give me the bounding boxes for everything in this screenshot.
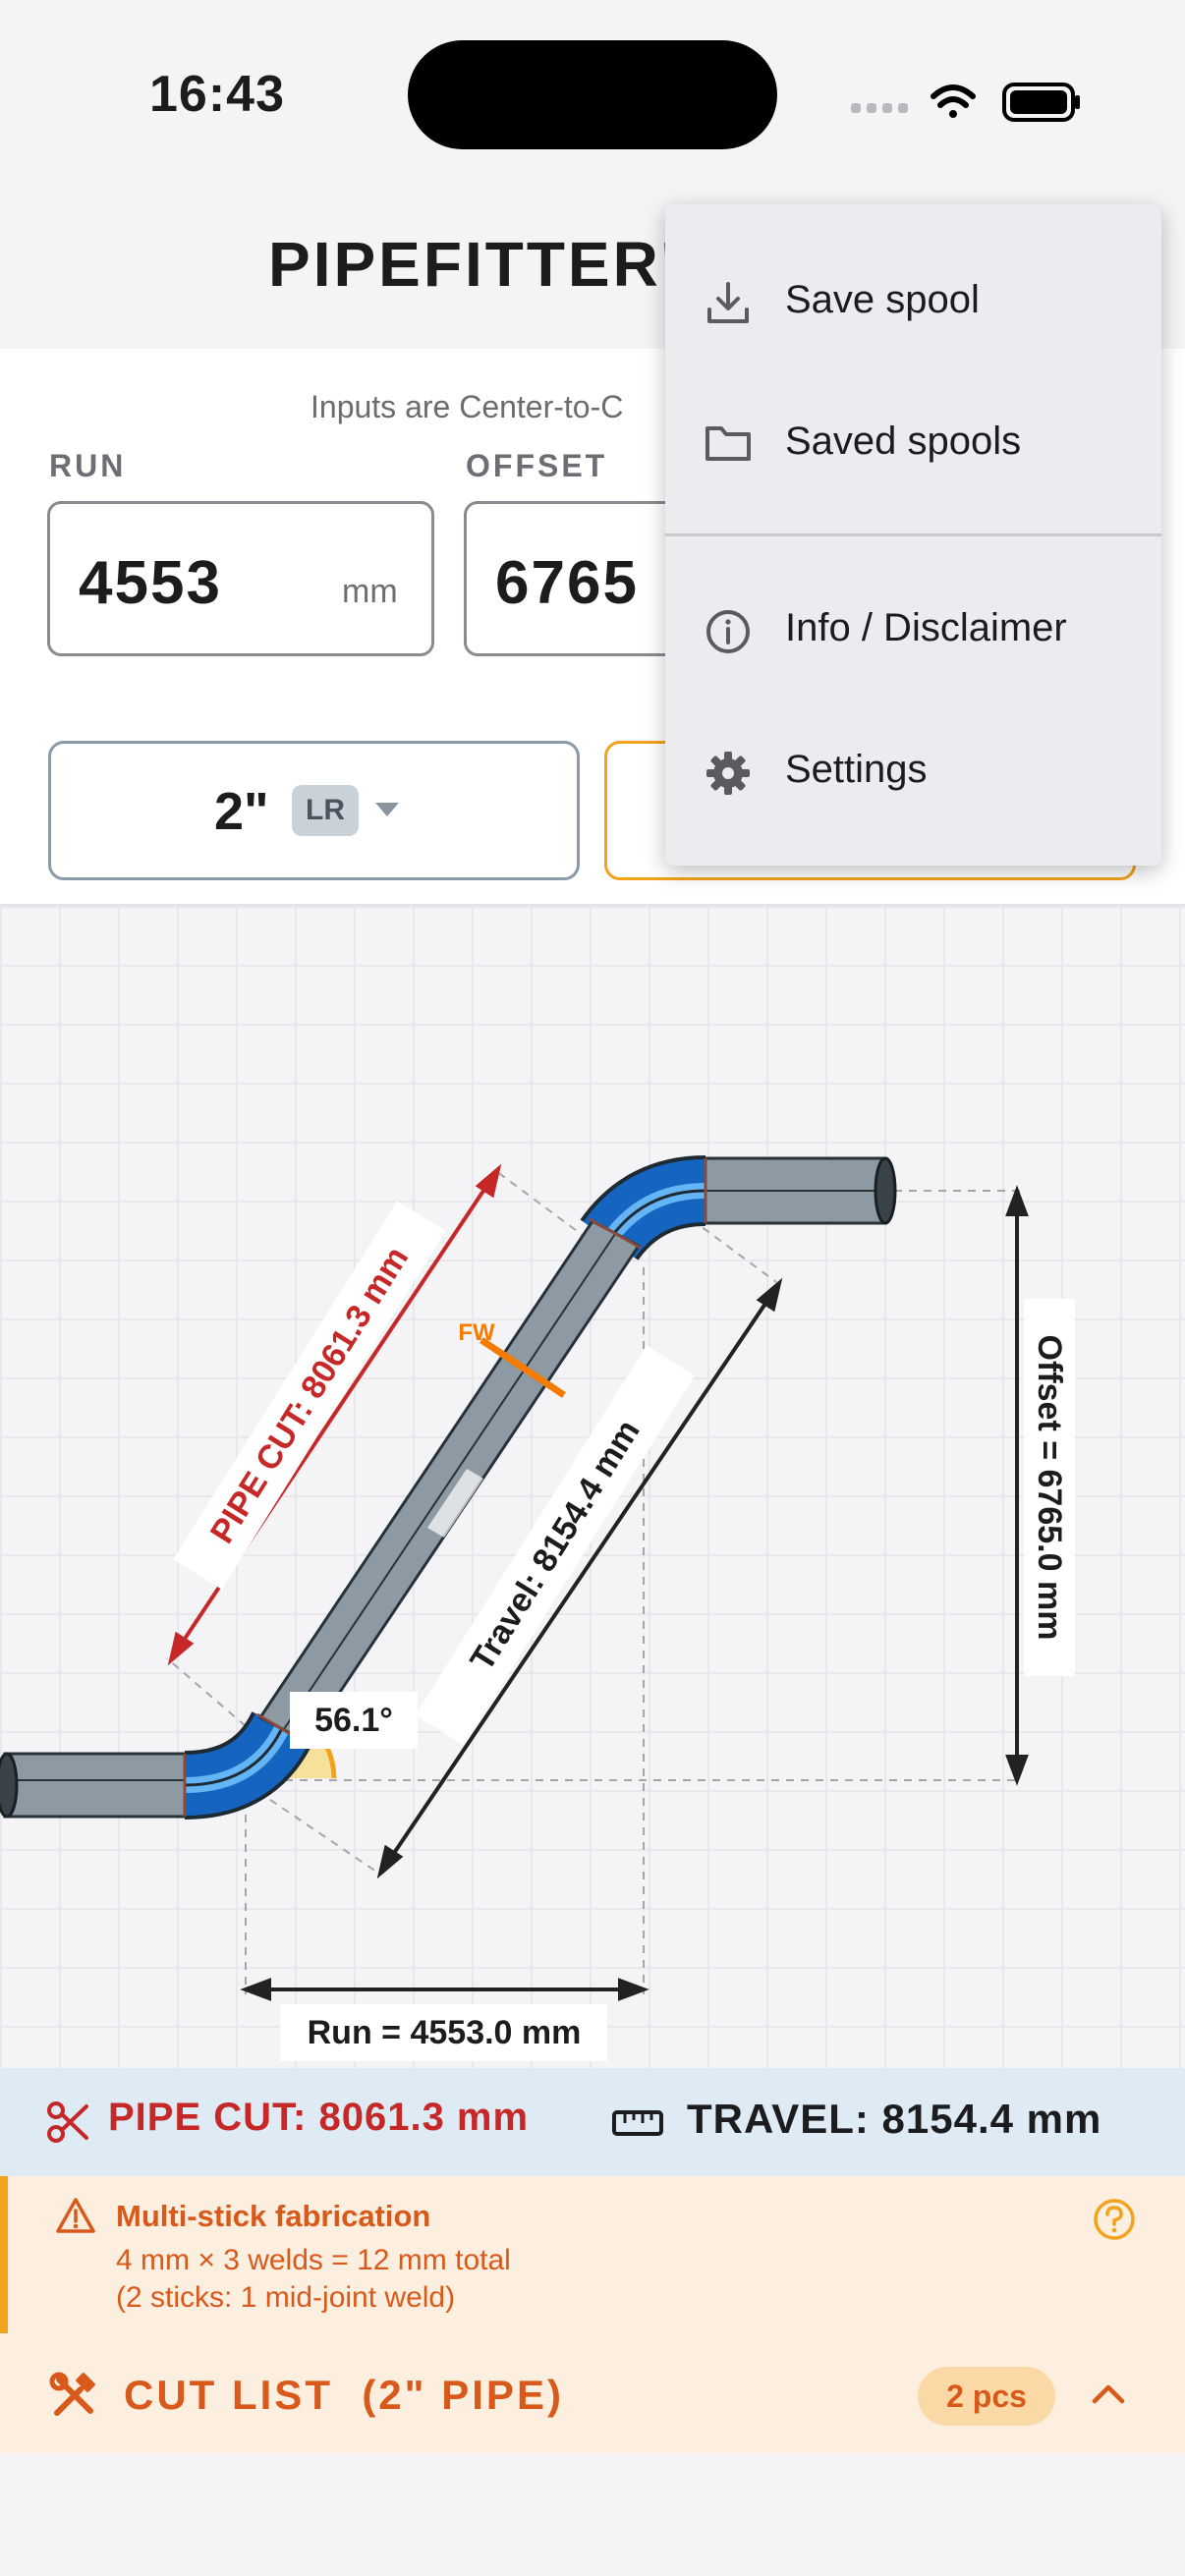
- app-title: PIPEFITTER': [268, 229, 680, 300]
- gear-icon: [706, 752, 750, 795]
- warning-accent-bar: [0, 2176, 8, 2333]
- chevron-down-icon: [375, 803, 399, 816]
- left-pipe-end: [0, 1752, 19, 1819]
- pipe-cut-diagram-label: PIPE CUT: 8061.3 mm: [203, 1240, 416, 1549]
- status-icons: [851, 83, 1080, 122]
- field-weld-label: FW: [458, 1319, 495, 1346]
- warning-line-1: 4 mm × 3 welds = 12 mm total: [116, 2244, 511, 2276]
- radius-badge: LR: [292, 785, 359, 836]
- travel-dimension: [376, 1277, 783, 1879]
- run-label: RUN: [49, 448, 127, 483]
- warning-icon: [56, 2198, 95, 2233]
- run-unit: mm: [342, 573, 398, 610]
- signal-icon: [851, 103, 908, 113]
- dynamic-island: [408, 40, 777, 149]
- status-time: 16:43: [149, 66, 285, 123]
- inputs-hint: Inputs are Center-to-C: [310, 389, 624, 424]
- menu-label-info-disclaimer: Info / Disclaimer: [785, 606, 1067, 649]
- offset-dimension: [1005, 1185, 1029, 1786]
- menu-label-settings: Settings: [785, 748, 928, 791]
- scissors-icon: [47, 2101, 88, 2143]
- chevron-up-icon[interactable]: [1091, 2381, 1126, 2405]
- warning-title: Multi-stick fabrication: [116, 2199, 431, 2233]
- left-pipe: [3, 1752, 187, 1819]
- run-diagram-label: Run = 4553.0 mm: [308, 2014, 582, 2051]
- wifi-icon: [931, 84, 976, 118]
- folder-icon: [705, 426, 751, 461]
- tools-icon: [49, 2372, 95, 2416]
- info-icon: [706, 610, 750, 653]
- menu-divider: [665, 533, 1161, 536]
- angle-label: 56.1°: [314, 1702, 393, 1739]
- run-value: 4553: [79, 549, 222, 617]
- ruler-icon: [612, 2110, 663, 2136]
- cut-list-count-badge: 2 pcs: [918, 2367, 1055, 2426]
- offset-label: OFFSET: [466, 448, 608, 483]
- pipe-size-value: 2": [214, 782, 269, 841]
- right-pipe-end: [874, 1156, 897, 1225]
- offset-diagram-label: Offset = 6765.0 mm: [1031, 1335, 1068, 1641]
- menu-label-saved-spools: Saved spools: [785, 420, 1022, 463]
- offset-diagram-drawing: PIPE CUT: 8061.3 mm FW Travel: 8154.4 mm…: [0, 1155, 1075, 2061]
- run-dimension: [240, 1978, 649, 2001]
- offset-value: 6765: [495, 549, 639, 617]
- download-icon: [707, 282, 749, 323]
- menu-label-save-spool: Save spool: [785, 278, 980, 321]
- help-icon[interactable]: [1093, 2198, 1136, 2241]
- warning-line-2: (2 sticks: 1 mid-joint weld): [116, 2281, 456, 2314]
- pipe-cut-result: PIPE CUT: 8061.3 mm: [108, 2096, 530, 2139]
- cut-list-title: CUT LIST (2" PIPE): [124, 2372, 564, 2418]
- battery-icon: [1002, 83, 1080, 122]
- travel-result: TRAVEL: 8154.4 mm: [687, 2096, 1102, 2142]
